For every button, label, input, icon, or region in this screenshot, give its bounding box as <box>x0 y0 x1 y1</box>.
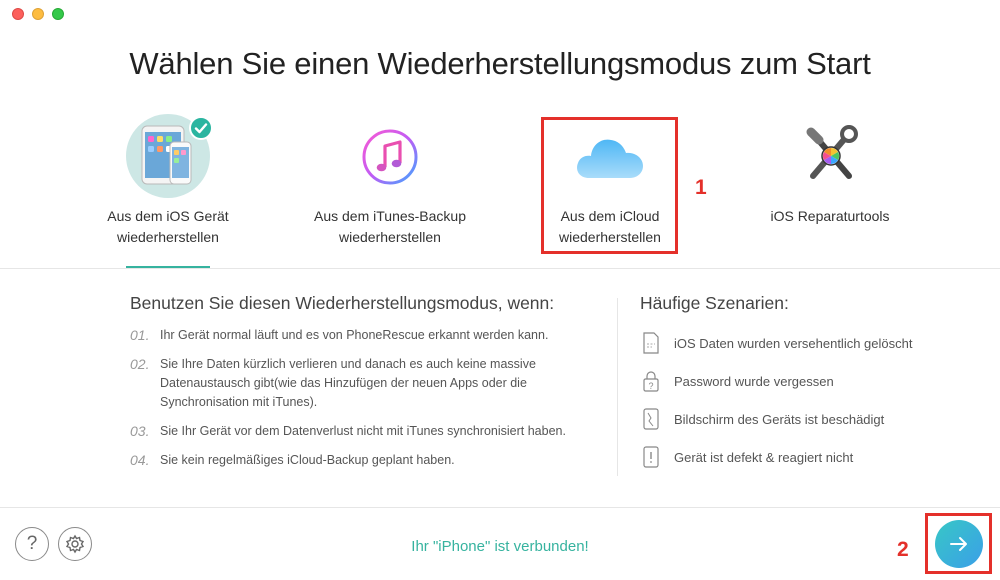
usage-item: 04. Sie kein regelmäßiges iCloud-Backup … <box>130 452 455 468</box>
scenario-item: iOS Daten wurden versehentlich gelöscht <box>640 332 970 370</box>
usage-item: 03. Sie Ihr Gerät vor dem Datenverlust n… <box>130 423 566 439</box>
arrow-right-icon <box>950 537 967 551</box>
svg-text:?: ? <box>648 381 653 391</box>
mode-itunes-backup[interactable]: Aus dem iTunes-Backup wiederherstellen <box>285 112 495 248</box>
minimize-window-button[interactable] <box>32 8 44 20</box>
ios-devices-icon <box>125 112 213 198</box>
usage-list: 01. Ihr Gerät normal läuft und es von Ph… <box>130 326 590 480</box>
usage-item: 01. Ihr Gerät normal läuft und es von Ph… <box>130 327 549 343</box>
mode-label: Aus dem iOS Gerät wiederherstellen <box>107 208 229 245</box>
scenario-item: ? Password wurde vergessen <box>640 370 970 408</box>
scenarios-heading: Häufige Szenarien: <box>640 293 789 313</box>
connection-status: Ihr "iPhone" ist verbunden! <box>411 538 589 555</box>
usage-heading: Benutzen Sie diesen Wiederherstellungsmo… <box>130 293 555 313</box>
mode-label: iOS Reparaturtools <box>770 208 890 224</box>
deleted-file-icon <box>643 332 659 354</box>
password-icon: ? <box>643 371 659 392</box>
scenarios-list: iOS Daten wurden versehentlich gelöscht … <box>640 332 970 484</box>
repair-tools-icon <box>787 112 873 198</box>
itunes-icon <box>347 112 433 198</box>
annotation-step-1: 1 <box>695 176 707 199</box>
scenario-item: Gerät ist defekt & reagiert nicht <box>640 446 970 484</box>
section-divider <box>0 268 1000 269</box>
usage-item: 02. Sie Ihre Daten kürzlich verlieren un… <box>130 356 536 409</box>
next-button[interactable] <box>935 520 983 568</box>
column-divider <box>617 298 618 476</box>
broken-screen-icon <box>643 408 659 430</box>
footer-divider <box>0 507 1000 508</box>
maximize-window-button[interactable] <box>52 8 64 20</box>
device-error-icon <box>643 446 659 468</box>
selected-check-icon <box>189 116 213 140</box>
mode-ios-device[interactable]: Aus dem iOS Gerät wiederherstellen <box>63 112 273 248</box>
mode-label: Aus dem iTunes-Backup wiederherstellen <box>314 208 466 245</box>
title-bar <box>0 0 1000 30</box>
annotation-step-2: 2 <box>897 538 909 561</box>
close-window-button[interactable] <box>12 8 24 20</box>
annotation-highlight-icloud <box>541 117 678 254</box>
page-title: Wählen Sie einen Wiederherstellungsmodus… <box>129 46 871 81</box>
mode-ios-repair-tools[interactable]: iOS Reparaturtools <box>725 112 935 227</box>
scenario-item: Bildschirm des Geräts ist beschädigt <box>640 408 970 446</box>
